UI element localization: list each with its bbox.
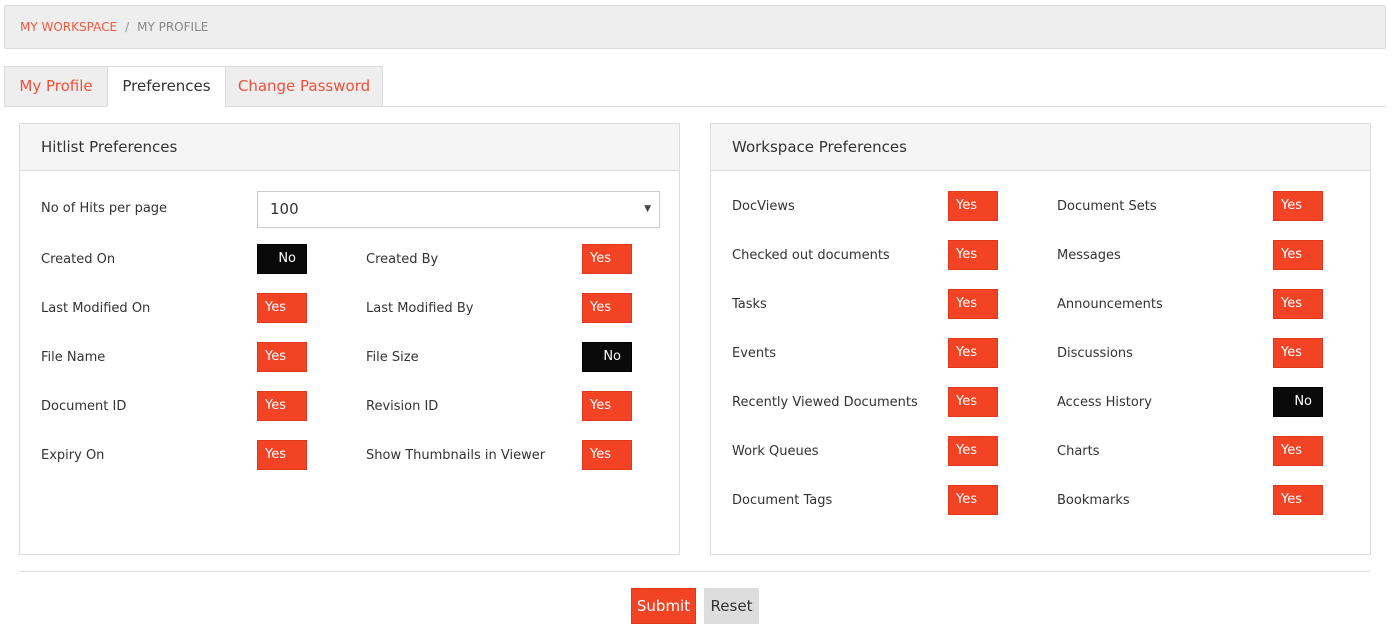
docviews-label: DocViews bbox=[732, 199, 795, 214]
submit-button[interactable]: Submit bbox=[631, 588, 696, 624]
announcements-label: Announcements bbox=[1057, 297, 1163, 312]
document-sets-toggle[interactable]: Yes bbox=[1273, 191, 1323, 221]
revision-id-toggle[interactable]: Yes bbox=[582, 391, 632, 421]
access-history-toggle[interactable]: No bbox=[1273, 387, 1323, 417]
caret-down-icon: ▼ bbox=[644, 204, 651, 214]
document-sets-label: Document Sets bbox=[1057, 199, 1157, 214]
work-queues-toggle[interactable]: Yes bbox=[948, 436, 998, 466]
panel-title: Workspace Preferences bbox=[711, 124, 1370, 171]
expiry-on-toggle[interactable]: Yes bbox=[257, 440, 307, 470]
breadcrumb-separator: / bbox=[125, 20, 130, 34]
charts-label: Charts bbox=[1057, 444, 1100, 459]
hits-per-page-select[interactable]: 100 ▼ bbox=[257, 191, 660, 228]
discussions-label: Discussions bbox=[1057, 346, 1133, 361]
tab-my-profile[interactable]: My Profile bbox=[4, 66, 108, 107]
tasks-toggle[interactable]: Yes bbox=[948, 289, 998, 319]
recently-viewed-documents-label: Recently Viewed Documents bbox=[732, 395, 918, 410]
revision-id-label: Revision ID bbox=[366, 399, 439, 414]
access-history-label: Access History bbox=[1057, 395, 1152, 410]
discussions-toggle[interactable]: Yes bbox=[1273, 338, 1323, 368]
profile-tabs: My Profile Preferences Change Password bbox=[4, 66, 1386, 107]
events-label: Events bbox=[732, 346, 777, 361]
document-id-label: Document ID bbox=[41, 399, 127, 414]
events-toggle[interactable]: Yes bbox=[948, 338, 998, 368]
last-modified-by-label: Last Modified By bbox=[366, 301, 474, 316]
checked-out-documents-label: Checked out documents bbox=[732, 248, 890, 263]
created-on-label: Created On bbox=[41, 252, 116, 267]
document-id-toggle[interactable]: Yes bbox=[257, 391, 307, 421]
bookmarks-label: Bookmarks bbox=[1057, 493, 1130, 508]
show-thumbnails-in-viewer-label: Show Thumbnails in Viewer bbox=[366, 448, 546, 463]
work-queues-label: Work Queues bbox=[732, 444, 819, 459]
breadcrumb-my-profile: MY PROFILE bbox=[137, 20, 209, 34]
tasks-label: Tasks bbox=[732, 297, 767, 312]
breadcrumb: MY WORKSPACE / MY PROFILE bbox=[4, 5, 1386, 49]
file-name-toggle[interactable]: Yes bbox=[257, 342, 307, 372]
expiry-on-label: Expiry On bbox=[41, 448, 105, 463]
last-modified-on-label: Last Modified On bbox=[41, 301, 151, 316]
file-name-label: File Name bbox=[41, 350, 106, 365]
reset-button[interactable]: Reset bbox=[704, 588, 759, 624]
divider bbox=[19, 571, 1370, 572]
charts-toggle[interactable]: Yes bbox=[1273, 436, 1323, 466]
hits-per-page-value: 100 bbox=[270, 200, 299, 218]
docviews-toggle[interactable]: Yes bbox=[948, 191, 998, 221]
created-by-label: Created By bbox=[366, 252, 439, 267]
bookmarks-toggle[interactable]: Yes bbox=[1273, 485, 1323, 515]
last-modified-on-toggle[interactable]: Yes bbox=[257, 293, 307, 323]
checked-out-documents-toggle[interactable]: Yes bbox=[948, 240, 998, 270]
last-modified-by-toggle[interactable]: Yes bbox=[582, 293, 632, 323]
announcements-toggle[interactable]: Yes bbox=[1273, 289, 1323, 319]
hitlist-preferences-panel: Hitlist Preferences No of Hits per page … bbox=[19, 123, 680, 555]
created-by-toggle[interactable]: Yes bbox=[582, 244, 632, 274]
show-thumbnails-in-viewer-toggle[interactable]: Yes bbox=[582, 440, 632, 470]
recently-viewed-documents-toggle[interactable]: Yes bbox=[948, 387, 998, 417]
document-tags-toggle[interactable]: Yes bbox=[948, 485, 998, 515]
workspace-preferences-panel: Workspace Preferences DocViews Yes Documen… bbox=[710, 123, 1371, 555]
file-size-toggle[interactable]: No bbox=[582, 342, 632, 372]
tab-preferences[interactable]: Preferences bbox=[107, 66, 226, 107]
tab-change-password[interactable]: Change Password bbox=[225, 66, 383, 107]
messages-label: Messages bbox=[1057, 248, 1121, 263]
breadcrumb-my-workspace[interactable]: MY WORKSPACE bbox=[20, 20, 117, 34]
hits-per-page-label: No of Hits per page bbox=[41, 201, 168, 216]
messages-toggle[interactable]: Yes bbox=[1273, 240, 1323, 270]
created-on-toggle[interactable]: No bbox=[257, 244, 307, 274]
panel-title: Hitlist Preferences bbox=[20, 124, 679, 171]
document-tags-label: Document Tags bbox=[732, 493, 833, 508]
file-size-label: File Size bbox=[366, 350, 419, 365]
